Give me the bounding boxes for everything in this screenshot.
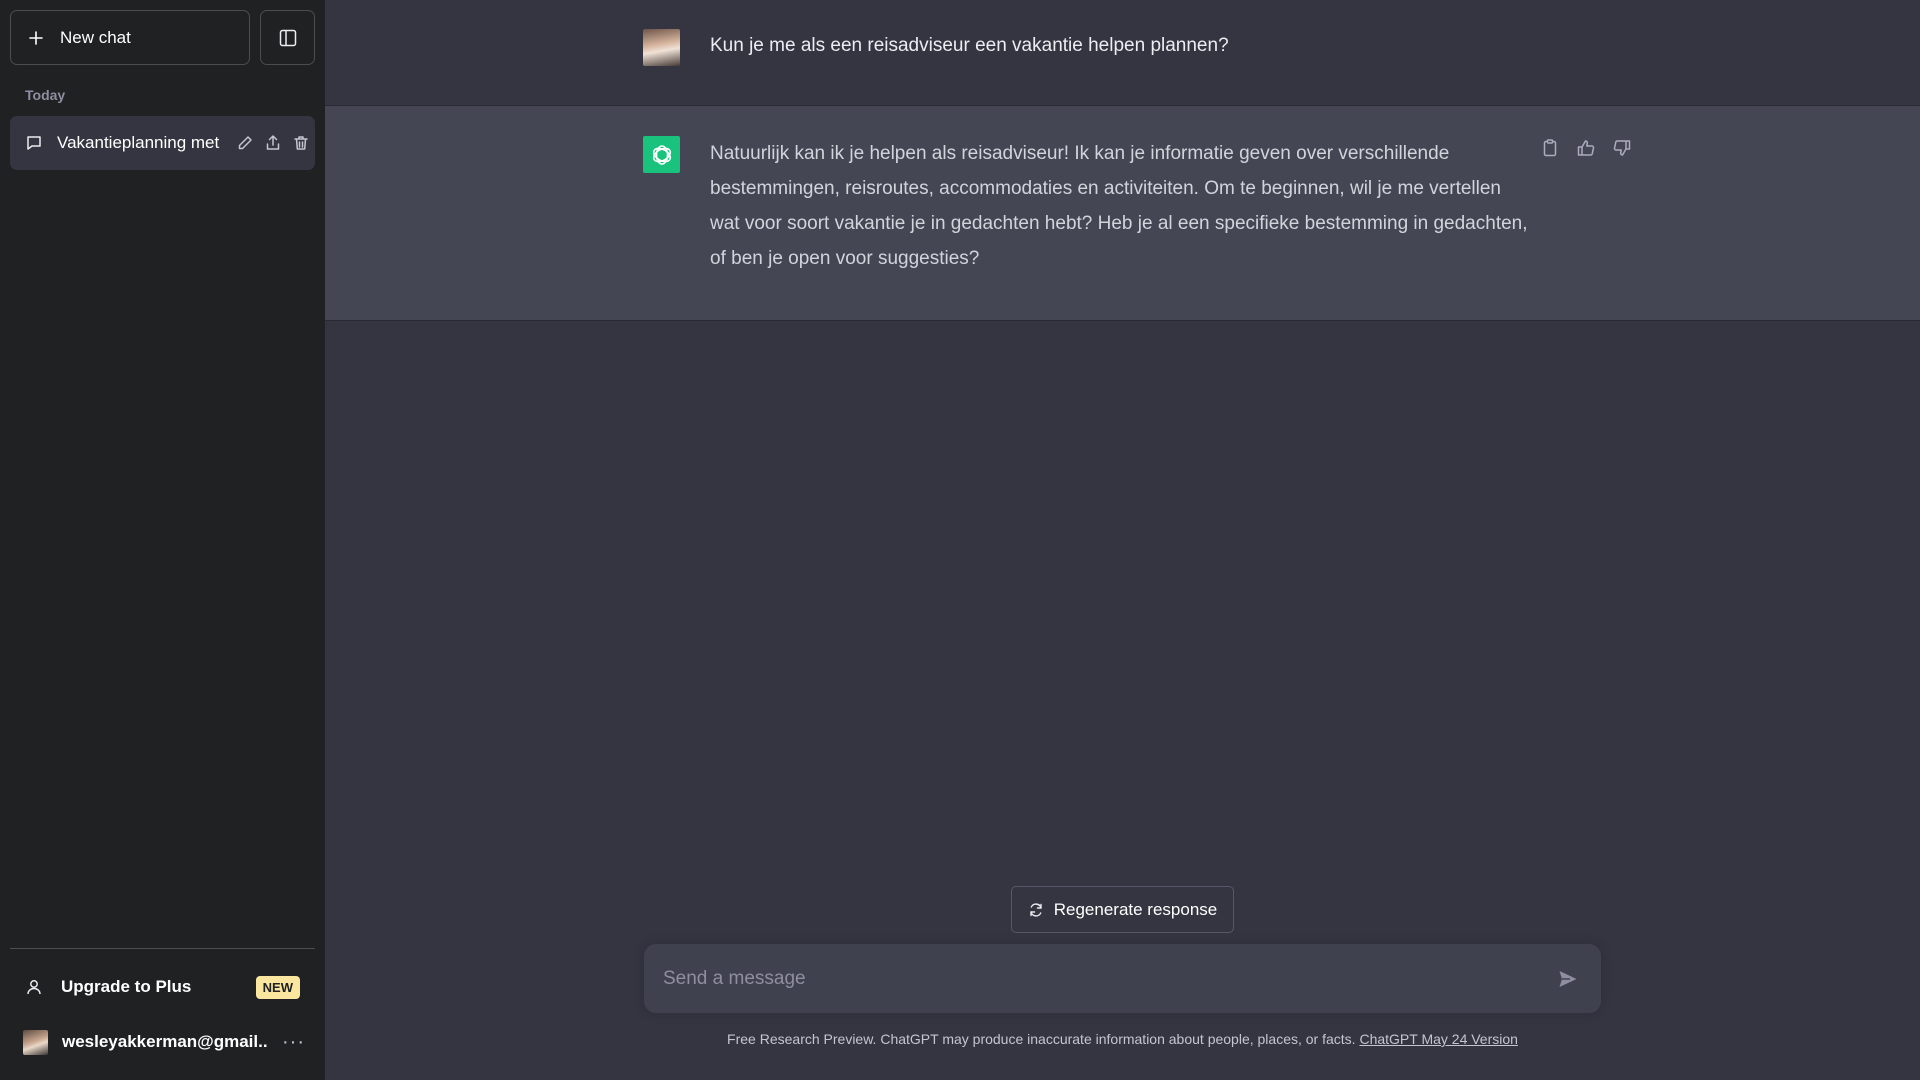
toggle-sidebar-button[interactable] [260, 10, 315, 65]
refresh-icon [1028, 902, 1044, 918]
user-icon [25, 978, 43, 996]
thumbs-up-icon[interactable] [1576, 138, 1596, 158]
user-email: wesleyakkerman@gmail.... [62, 1032, 268, 1051]
regenerate-label: Regenerate response [1053, 899, 1218, 919]
thumbs-down-icon[interactable] [1612, 138, 1632, 158]
user-avatar [643, 29, 680, 66]
upgrade-to-plus-button[interactable]: Upgrade to Plus NEW [10, 960, 315, 1014]
new-chat-button[interactable]: New chat [10, 10, 250, 65]
message-actions [1540, 138, 1632, 158]
user-message-text: Kun je me als een reisadviseur een vakan… [710, 35, 1229, 56]
avatar [23, 1029, 48, 1055]
main-chat-area: Kun je me als een reisadviseur een vakan… [325, 0, 1920, 1080]
chat-item-actions [236, 134, 310, 152]
copy-clipboard-icon[interactable] [1540, 138, 1560, 158]
edit-icon[interactable] [236, 134, 254, 152]
sidebar: New chat Today Vakantieplanning met reis… [0, 0, 325, 1080]
footer-disclaimer: Free Research Preview. ChatGPT may produ… [325, 1031, 1920, 1047]
user-account-menu[interactable]: wesleyakkerman@gmail.... ··· [10, 1015, 315, 1069]
sidebar-divider [10, 948, 315, 949]
section-label-today: Today [25, 87, 66, 103]
regenerate-response-button[interactable]: Regenerate response [1011, 886, 1234, 933]
upgrade-label: Upgrade to Plus [61, 977, 192, 996]
assistant-message-text: Natuurlijk kan ik je helpen als reisadvi… [710, 143, 1528, 269]
trash-icon[interactable] [292, 134, 310, 152]
version-link[interactable]: ChatGPT May 24 Version [1359, 1031, 1517, 1047]
sidebar-chat-item[interactable]: Vakantieplanning met reisadviseur [10, 116, 315, 170]
new-chat-label: New chat [60, 27, 131, 47]
sidebar-toggle-icon [278, 28, 298, 48]
new-badge: NEW [255, 976, 300, 999]
plus-icon [28, 30, 44, 46]
message-composer [644, 944, 1601, 1013]
assistant-message-row: Natuurlijk kan ik je helpen als reisadvi… [325, 106, 1920, 321]
more-options-icon[interactable]: ··· [282, 1031, 305, 1054]
send-icon[interactable] [1557, 968, 1579, 990]
footer-text: Free Research Preview. ChatGPT may produ… [727, 1031, 1360, 1047]
share-icon[interactable] [264, 134, 282, 152]
message-input[interactable] [644, 944, 1544, 1013]
chat-item-title: Vakantieplanning met reisadviseur [57, 133, 222, 152]
user-message-row: Kun je me als een reisadviseur een vakan… [325, 0, 1920, 106]
chat-bubble-icon [25, 134, 43, 152]
chatgpt-logo-icon [643, 136, 680, 173]
